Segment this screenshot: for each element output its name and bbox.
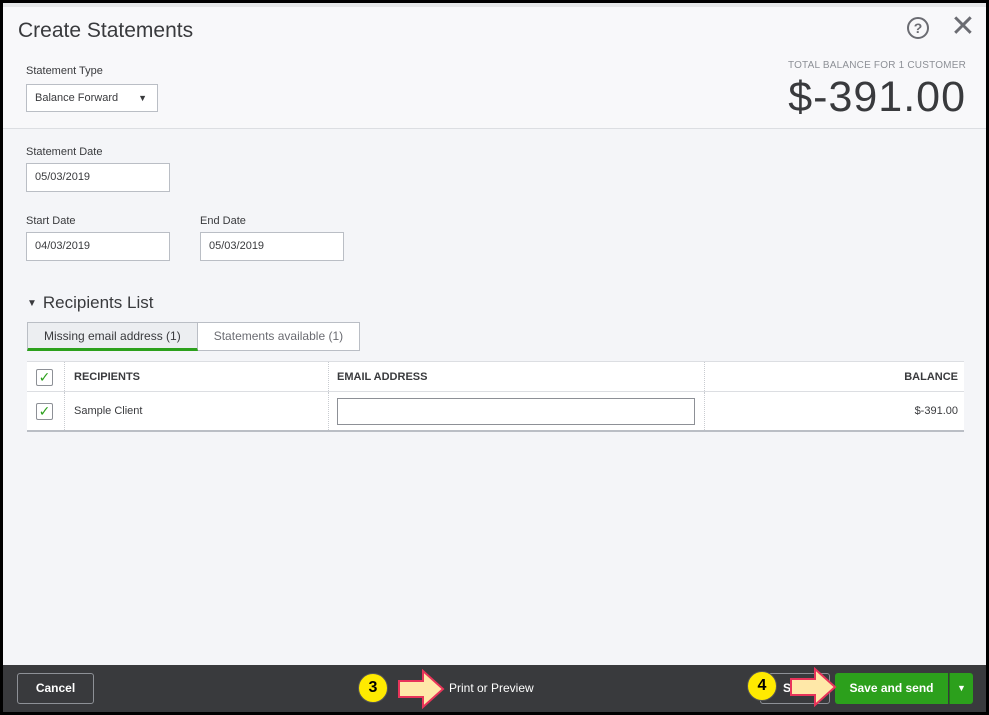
recipient-name: Sample Client bbox=[65, 392, 329, 430]
header-check-cell: ✓ bbox=[27, 362, 65, 391]
end-date-input[interactable]: 05/03/2019 bbox=[200, 232, 344, 261]
chevron-down-icon: ▼ bbox=[957, 683, 966, 693]
save-and-send-button[interactable]: Save and send bbox=[835, 673, 948, 704]
recipients-tabs: Missing email address (1) Statements ava… bbox=[27, 322, 361, 351]
recipients-table: ✓ RECIPIENTS EMAIL ADDRESS BALANCE ✓ Sam… bbox=[27, 361, 964, 432]
statement-type-label: Statement Type bbox=[26, 65, 103, 77]
statement-date-input[interactable]: 05/03/2019 bbox=[26, 163, 170, 192]
create-statements-dialog: Create Statements ? ✕ Statement Type Bal… bbox=[0, 0, 989, 715]
email-cell bbox=[329, 392, 705, 430]
dialog-header: Create Statements ? ✕ Statement Type Bal… bbox=[3, 7, 986, 129]
recipients-section-toggle[interactable]: ▼ Recipients List bbox=[27, 293, 153, 313]
chevron-down-icon: ▼ bbox=[138, 93, 147, 103]
step-3-badge: 3 bbox=[358, 673, 388, 703]
statement-type-value: Balance Forward bbox=[35, 92, 119, 104]
column-header-recipients[interactable]: RECIPIENTS bbox=[65, 362, 329, 391]
recipients-section-title: Recipients List bbox=[42, 293, 154, 312]
table-header: ✓ RECIPIENTS EMAIL ADDRESS BALANCE bbox=[27, 361, 964, 392]
table-row: ✓ Sample Client $-391.00 bbox=[27, 392, 964, 432]
recipient-balance: $-391.00 bbox=[914, 405, 958, 417]
row-check-cell: ✓ bbox=[27, 392, 65, 430]
end-date-label: End Date bbox=[200, 215, 246, 227]
column-header-balance[interactable]: BALANCE bbox=[705, 362, 964, 391]
triangle-down-icon: ▼ bbox=[27, 298, 37, 310]
arrow-right-icon bbox=[398, 669, 445, 709]
email-input[interactable] bbox=[337, 398, 695, 425]
total-balance-label: TOTAL BALANCE FOR 1 CUSTOMER bbox=[787, 60, 966, 71]
start-date-input[interactable]: 04/03/2019 bbox=[26, 232, 170, 261]
print-or-preview-link[interactable]: Print or Preview bbox=[449, 681, 534, 695]
close-icon[interactable]: ✕ bbox=[949, 11, 977, 43]
tab-missing-email[interactable]: Missing email address (1) bbox=[27, 322, 198, 351]
statement-date-label: Statement Date bbox=[26, 146, 103, 158]
tab-statements-available[interactable]: Statements available (1) bbox=[197, 322, 361, 351]
step-4-badge: 4 bbox=[747, 671, 777, 701]
start-date-label: Start Date bbox=[26, 215, 76, 227]
help-icon[interactable]: ? bbox=[907, 17, 929, 39]
checkmark-icon: ✓ bbox=[38, 403, 51, 419]
column-header-email[interactable]: EMAIL ADDRESS bbox=[329, 362, 705, 391]
row-checkbox[interactable]: ✓ bbox=[36, 403, 53, 420]
checkmark-icon: ✓ bbox=[38, 369, 51, 385]
statement-type-select[interactable]: Balance Forward ▼ bbox=[26, 84, 158, 112]
dialog-footer: Cancel Print or Preview Save Save and se… bbox=[3, 665, 986, 712]
cancel-button[interactable]: Cancel bbox=[17, 673, 94, 704]
dialog-title: Create Statements bbox=[18, 19, 194, 42]
total-balance-value: $-391.00 bbox=[788, 73, 966, 121]
arrow-right-icon bbox=[790, 667, 837, 707]
save-and-send-dropdown[interactable]: ▼ bbox=[949, 673, 973, 704]
select-all-checkbox[interactable]: ✓ bbox=[36, 369, 53, 386]
